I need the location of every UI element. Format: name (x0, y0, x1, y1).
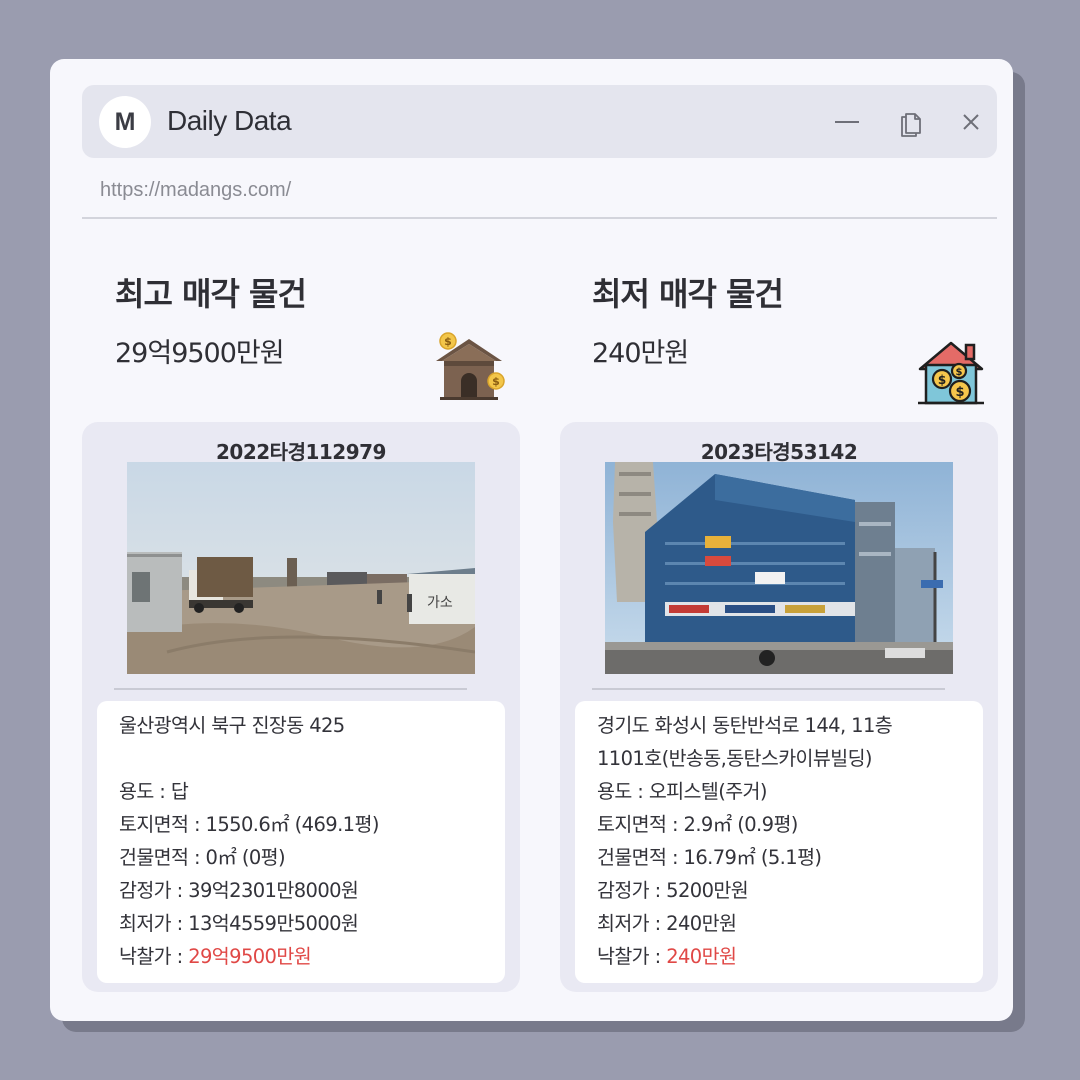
card-divider (592, 688, 945, 690)
winning-bid: 낙찰가 : 29억9500만원 (119, 940, 483, 973)
winning-bid-label: 낙찰가 : (597, 945, 667, 968)
minimum-price: 최저가 : 13억4559만5000원 (119, 912, 359, 935)
minimum-price: 최저가 : 240만원 (597, 912, 737, 935)
case-number: 2023타경53142 (700, 440, 858, 464)
lowest-amount: 240만원 (592, 338, 689, 369)
app-window: M Daily Data https://madangs.com/ 최고 매각 … (50, 59, 1013, 1021)
close-button[interactable] (956, 107, 986, 137)
lowest-property-card[interactable]: 2023타경53142 경기도 화성시 동탄반석로 144, 11층 1101호… (560, 422, 998, 992)
building-area: 건물면적 : 0㎡ (0평) (119, 846, 286, 869)
highest-heading: 최고 매각 물건 (115, 275, 307, 313)
winning-bid-label: 낙찰가 : (119, 945, 189, 968)
svg-text:$: $ (938, 373, 946, 387)
lowest-summary: 최저 매각 물건 240만원 (592, 269, 784, 370)
minimize-icon (835, 121, 859, 123)
appraisal-price: 감정가 : 39억2301만8000원 (119, 879, 359, 902)
card-divider (114, 688, 467, 690)
url-divider (82, 217, 997, 219)
title-bar: M Daily Data (82, 85, 997, 158)
property-details: 경기도 화성시 동탄반석로 144, 11층 1101호(반송동,동탄스카이뷰빌… (575, 701, 983, 983)
winning-bid: 낙찰가 : 240만원 (597, 940, 961, 973)
winning-bid-value: 29억9500만원 (188, 945, 312, 968)
usage: 용도 : 오피스텔(주거) (597, 780, 768, 803)
case-number: 2022타경112979 (216, 440, 386, 464)
city-building-photo[interactable] (605, 462, 953, 674)
svg-text:$: $ (955, 385, 964, 400)
highest-amount: 29억9500만원 (115, 338, 285, 369)
house-with-coins-icon: $ $ (432, 331, 506, 405)
highest-property-card[interactable]: 2022타경112979 가소 울산광역시 북구 진장동 425 용도: 답 … (82, 422, 520, 992)
svg-text:가소: 가소 (427, 595, 453, 611)
copy-button[interactable] (896, 107, 926, 137)
address-line-1: 경기도 화성시 동탄반석로 144, 11층 (597, 714, 893, 737)
close-icon (963, 114, 979, 130)
land-area: 토지면적 : 2.9㎡ (0.9평) (597, 813, 798, 836)
copy-icon (901, 113, 921, 137)
address-line-2: 1101호(반송동,동탄스카이뷰빌딩) (597, 747, 873, 770)
svg-text:$: $ (956, 367, 963, 378)
svg-text:$: $ (444, 335, 452, 348)
construction-site-photo[interactable]: 가소 (127, 462, 475, 674)
house-money-icon: $ $ $ (914, 335, 988, 409)
winning-bid-value: 240만원 (666, 945, 737, 968)
minimize-button[interactable] (832, 107, 862, 137)
url-text[interactable]: https://madangs.com/ (100, 179, 291, 202)
property-details: 울산광역시 북구 진장동 425 용도 : 답 토지면적 : 1550.6㎡ (… (97, 701, 505, 983)
land-area: 토지면적 : 1550.6㎡ (469.1평) (119, 813, 379, 836)
highest-summary: 최고 매각 물건 29억9500만원 (115, 269, 307, 370)
address: 울산광역시 북구 진장동 425 (119, 714, 345, 737)
lowest-heading: 최저 매각 물건 (592, 275, 784, 313)
svg-text:$: $ (492, 375, 500, 388)
app-title: Daily Data (167, 105, 292, 136)
usage: 용도 : 답 (119, 780, 189, 803)
building-area: 건물면적 : 16.79㎡ (5.1평) (597, 846, 822, 869)
app-logo: M (99, 96, 151, 148)
appraisal-price: 감정가 : 5200만원 (597, 879, 749, 902)
